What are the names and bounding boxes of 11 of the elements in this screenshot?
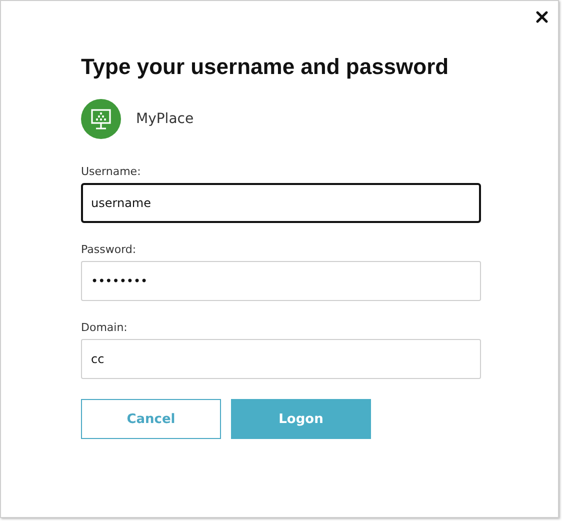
field-label: Password: <box>81 243 138 257</box>
close-icon <box>536 11 548 23</box>
close-button[interactable] <box>535 10 549 23</box>
input-field[interactable]: cc <box>81 339 481 379</box>
dialog-title: Type your username and password <box>81 53 450 81</box>
input-field[interactable]: username <box>81 183 481 223</box>
app-name: MyPlace <box>136 111 194 127</box>
field-label: Domain: <box>81 321 128 335</box>
app-monitor-icon <box>81 99 121 139</box>
field-label: Username: <box>81 165 142 179</box>
input-field[interactable]: •••••••• <box>81 261 481 301</box>
